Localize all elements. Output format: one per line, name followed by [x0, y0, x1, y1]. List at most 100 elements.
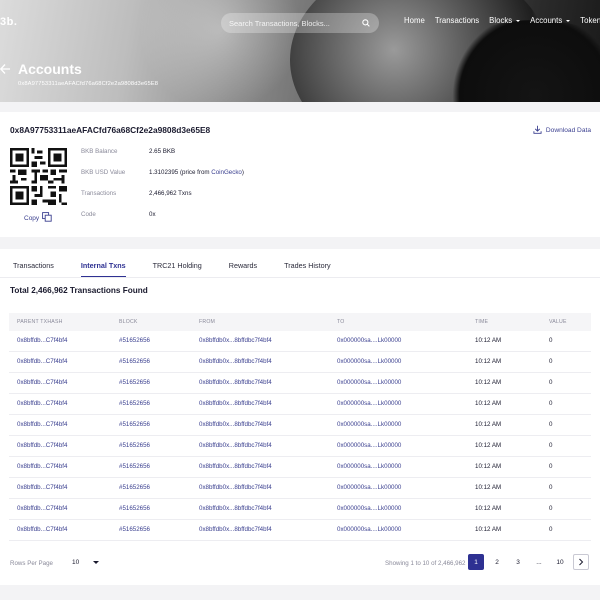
value-cell: 0: [549, 484, 553, 491]
parent-txhash-link[interactable]: 0x8bffdb...C7f4bf4: [17, 457, 67, 477]
to-address-link[interactable]: 0x000000sa....Lk00000: [337, 394, 401, 414]
page-subtitle: 0x8A97753311aeAFACfd76a68Cf2e2a9808d3e65…: [18, 81, 159, 87]
parent-txhash-link[interactable]: 0x8bffdb...C7f4bf4: [17, 394, 67, 414]
nav-home[interactable]: Home: [404, 16, 425, 25]
block-link[interactable]: #51652656: [119, 331, 150, 351]
column-header: PARENT TXHASH: [17, 319, 63, 325]
copy-icon: [42, 212, 52, 224]
from-address-link[interactable]: 0x8bffdb0x...8bffdbc7f4bf4: [199, 394, 272, 414]
page-button[interactable]: 3: [510, 554, 526, 570]
to-address-link[interactable]: 0x000000sa....Lk00000: [337, 520, 401, 540]
coingecko-link[interactable]: CoinGecko: [211, 169, 242, 176]
time-cell: 10:12 AM: [475, 442, 502, 449]
to-address-link[interactable]: 0x000000sa....Lk00000: [337, 457, 401, 477]
from-address-link[interactable]: 0x8bffdb0x...8bffdbc7f4bf4: [199, 415, 272, 435]
table-row: 0x8bffdb...C7f4bf4 #51652656 0x8bffdb0x...…: [9, 331, 591, 352]
to-address-link[interactable]: 0x000000sa....Lk00000: [337, 478, 401, 498]
arrow-left-icon[interactable]: [0, 62, 12, 76]
account-overview-card: 0x8A97753311aeAFACfd76a68Cf2e2a9808d3e65…: [0, 112, 600, 237]
download-icon: [533, 125, 542, 136]
chevron-down-icon: [93, 560, 100, 564]
block-link[interactable]: #51652656: [119, 520, 150, 540]
account-address: 0x8A97753311aeAFACfd76a68Cf2e2a9808d3e65…: [10, 125, 211, 135]
parent-txhash-link[interactable]: 0x8bffdb...C7f4bf4: [17, 373, 67, 393]
nav-blocks[interactable]: Blocks: [489, 16, 521, 25]
pagination-summary: Showing 1 to 10 of 2,466,962: [385, 560, 466, 567]
page-button[interactable]: 10: [552, 554, 568, 570]
rows-per-page-select[interactable]: 10: [66, 554, 102, 570]
search-icon[interactable]: [361, 18, 371, 28]
top-nav: Home Transactions Blocks Accounts Tokens: [404, 16, 600, 25]
search-bar[interactable]: [221, 13, 379, 33]
to-address-link[interactable]: 0x000000sa....Lk00000: [337, 415, 401, 435]
to-address-link[interactable]: 0x000000sa....Lk00000: [337, 499, 401, 519]
value-cell: 0: [549, 442, 553, 449]
parent-txhash-link[interactable]: 0x8bffdb...C7f4bf4: [17, 499, 67, 519]
parent-txhash-link[interactable]: 0x8bffdb...C7f4bf4: [17, 352, 67, 372]
to-address-link[interactable]: 0x000000sa....Lk00000: [337, 331, 401, 351]
block-link[interactable]: #51652656: [119, 352, 150, 372]
from-address-link[interactable]: 0x8bffdb0x...8bffdbc7f4bf4: [199, 499, 272, 519]
qr-code-icon: [10, 148, 67, 205]
nav-accounts[interactable]: Accounts: [530, 16, 571, 25]
search-input[interactable]: [229, 18, 361, 28]
value-cell: 0: [549, 505, 553, 512]
to-address-link[interactable]: 0x000000sa....Lk00000: [337, 352, 401, 372]
next-page-button[interactable]: [573, 554, 589, 570]
to-address-link[interactable]: 0x000000sa....Lk00000: [337, 436, 401, 456]
from-address-link[interactable]: 0x8bffdb0x...8bffdbc7f4bf4: [199, 331, 272, 351]
block-link[interactable]: #51652656: [119, 478, 150, 498]
block-link[interactable]: #51652656: [119, 415, 150, 435]
time-cell: 10:12 AM: [475, 421, 502, 428]
table-header: PARENT TXHASH BLOCK FROM TO TIME VALUE: [9, 313, 591, 331]
time-cell: 10:12 AM: [475, 379, 502, 386]
page-button[interactable]: 1: [468, 554, 484, 570]
transactions-row: Transactions 2,466,962 Txns: [81, 190, 192, 197]
tab-trc21-holding[interactable]: TRC21 Holding: [153, 261, 202, 278]
column-header: FROM: [199, 319, 216, 325]
block-link[interactable]: #51652656: [119, 436, 150, 456]
time-cell: 10:12 AM: [475, 526, 502, 533]
to-address-link[interactable]: 0x000000sa....Lk00000: [337, 373, 401, 393]
code-row: Code 0x: [81, 211, 156, 218]
nav-tokens[interactable]: Tokens: [580, 16, 600, 25]
parent-txhash-link[interactable]: 0x8bffdb...C7f4bf4: [17, 331, 67, 351]
time-cell: 10:12 AM: [475, 358, 502, 365]
nav-transactions[interactable]: Transactions: [435, 16, 479, 25]
parent-txhash-link[interactable]: 0x8bffdb...C7f4bf4: [17, 478, 67, 498]
time-cell: 10:12 AM: [475, 463, 502, 470]
parent-txhash-link[interactable]: 0x8bffdb...C7f4bf4: [17, 415, 67, 435]
from-address-link[interactable]: 0x8bffdb0x...8bffdbc7f4bf4: [199, 457, 272, 477]
block-link[interactable]: #51652656: [119, 373, 150, 393]
logo[interactable]: 3b.: [0, 16, 17, 28]
block-link[interactable]: #51652656: [119, 394, 150, 414]
header-banner: 3b. Home Transactions Blocks Accounts To…: [0, 0, 600, 102]
parent-txhash-link[interactable]: 0x8bffdb...C7f4bf4: [17, 436, 67, 456]
tab-transactions[interactable]: Transactions: [13, 261, 54, 278]
column-header: TIME: [475, 319, 489, 325]
chevron-down-icon: [516, 19, 521, 22]
value-cell: 0: [549, 379, 553, 386]
tab-trades-history[interactable]: Trades History: [284, 261, 330, 278]
from-address-link[interactable]: 0x8bffdb0x...8bffdbc7f4bf4: [199, 436, 272, 456]
from-address-link[interactable]: 0x8bffdb0x...8bffdbc7f4bf4: [199, 520, 272, 540]
from-address-link[interactable]: 0x8bffdb0x...8bffdbc7f4bf4: [199, 478, 272, 498]
value-cell: 0: [549, 358, 553, 365]
from-address-link[interactable]: 0x8bffdb0x...8bffdbc7f4bf4: [199, 373, 272, 393]
copy-button[interactable]: Copy: [24, 212, 52, 224]
time-cell: 10:12 AM: [475, 400, 502, 407]
from-address-link[interactable]: 0x8bffdb0x...8bffdbc7f4bf4: [199, 352, 272, 372]
value-cell: 0: [549, 337, 553, 344]
parent-txhash-link[interactable]: 0x8bffdb...C7f4bf4: [17, 520, 67, 540]
table-row: 0x8bffdb...C7f4bf4 #51652656 0x8bffdb0x...…: [9, 394, 591, 415]
block-link[interactable]: #51652656: [119, 457, 150, 477]
page-button[interactable]: 2: [489, 554, 505, 570]
block-link[interactable]: #51652656: [119, 499, 150, 519]
download-label: Download Data: [545, 127, 591, 134]
download-data-button[interactable]: Download Data: [533, 125, 591, 136]
tab-bar: Transactions Internal Txns TRC21 Holding…: [13, 261, 358, 278]
table-row: 0x8bffdb...C7f4bf4 #51652656 0x8bffdb0x...…: [9, 499, 591, 520]
tab-internal-txns[interactable]: Internal Txns: [80, 261, 126, 278]
table-row: 0x8bffdb...C7f4bf4 #51652656 0x8bffdb0x...…: [9, 352, 591, 373]
tab-rewards[interactable]: Rewards: [229, 261, 257, 278]
